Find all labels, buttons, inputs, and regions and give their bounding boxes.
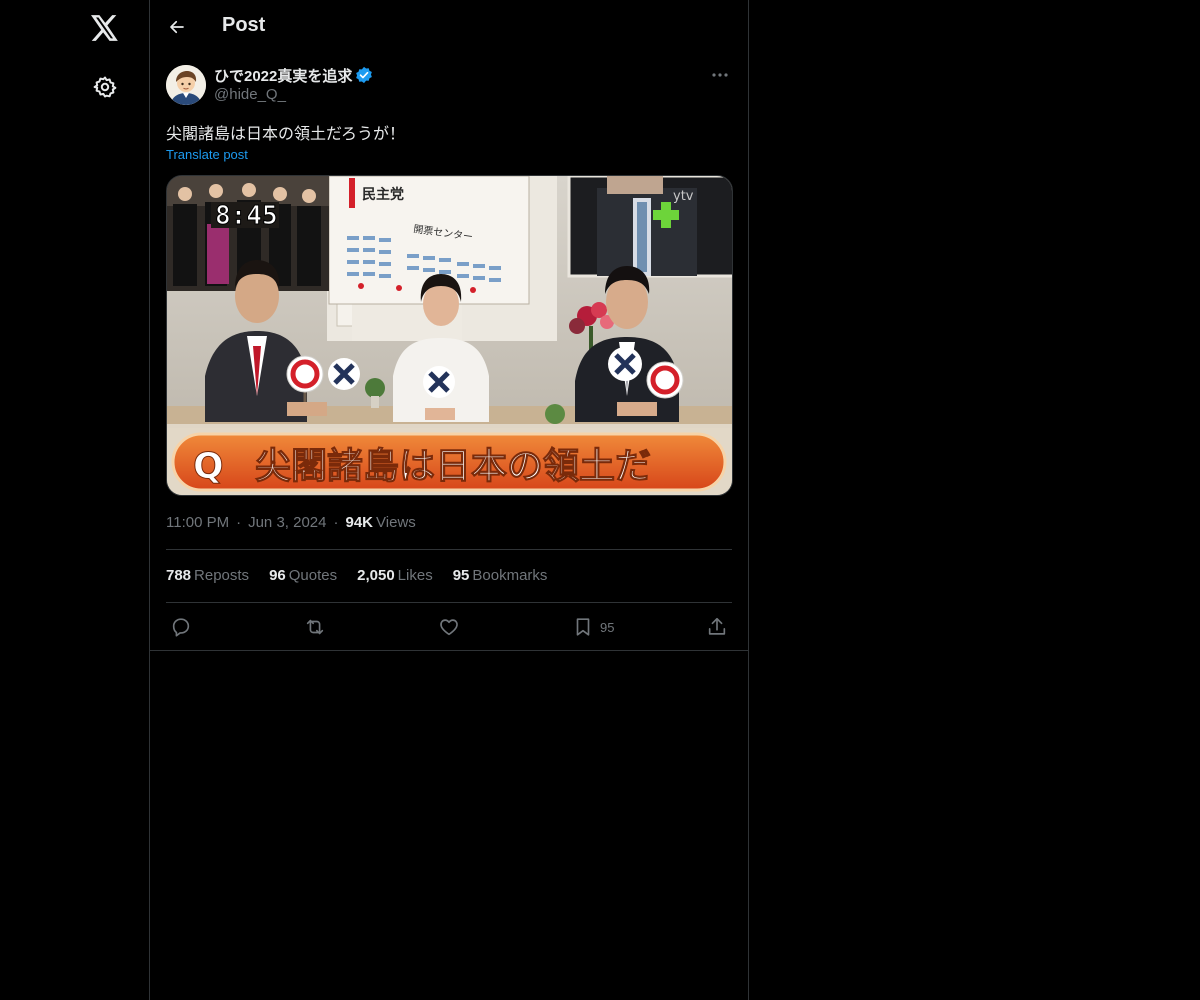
share-button[interactable] [706,614,728,640]
action-bar: 95 [166,614,732,640]
quotes-stat[interactable]: 96 Quotes [269,567,337,584]
repost-icon [306,619,324,635]
reply-icon [172,618,190,637]
left-nav [0,0,150,1000]
share-icon [708,617,726,635]
separator-dot: · [333,514,339,531]
likes-stat[interactable]: 2,050 Likes [357,567,433,584]
separator-dot: · [236,514,242,531]
avatar[interactable] [166,65,206,105]
x-logo-icon[interactable] [81,4,129,52]
party-sign: 民主党 [362,186,404,203]
question-mark-label: Q [193,446,224,487]
inset-photo-right: ytv [567,176,732,278]
post-header: Post [150,0,748,53]
post-time[interactable]: 11:00 PM [166,514,229,531]
post-date[interactable]: Jun 3, 2024 [248,514,326,531]
tv-screenshot: 民主党 開票センター 8:45 ytv Q 尖閣諸島は日本の領土だ [167,176,732,495]
post-author: ひで2022真実を追求 @hide_Q_ [166,65,732,107]
divider [166,602,732,603]
x-sign-left [328,358,360,390]
page-title: Post [222,14,266,36]
clock-overlay: 8:45 [215,201,278,231]
post-media-image[interactable]: 民主党 開票センター 8:45 ytv Q 尖閣諸島は日本の領土だ [166,175,733,496]
station-logo: ytv [673,189,694,204]
gear-icon[interactable] [81,63,129,111]
divider [166,549,732,550]
display-name[interactable]: ひで2022真実を追求 [214,65,352,86]
bookmark-count: 95 [600,619,615,635]
verified-badge-icon [355,66,373,84]
views-count: 94K [345,514,374,531]
repost-button[interactable] [304,614,326,640]
name-row: ひで2022真実を追求 [214,65,373,85]
back-button[interactable] [160,10,194,44]
reposts-stat[interactable]: 788 Reposts [166,567,249,584]
like-button[interactable] [438,614,460,640]
user-handle[interactable]: @hide_Q_ [214,86,286,103]
views-label: Views [376,514,416,531]
bookmark-button[interactable]: 95 [572,614,614,640]
divider [150,650,748,651]
question-caption: 尖閣諸島は日本の領土だ [255,445,651,487]
translate-post-link[interactable]: Translate post [166,147,248,162]
more-dots-icon [712,73,728,77]
back-arrow-icon [170,20,184,34]
heart-icon [440,619,458,636]
post-text: 尖閣諸島は日本の領土だろうが！ [166,126,406,143]
post-meta: 11:00 PM · Jun 3, 2024 · 94K Views [166,514,416,531]
primary-column: Post ひで2022真実を追求 @hide_Q_ 尖閣諸島は日本の領土だろうが… [149,0,749,1000]
bookmarks-stat[interactable]: 95 Bookmarks [453,567,548,584]
more-options-button[interactable] [708,65,732,85]
reply-button[interactable] [170,614,192,640]
post-stats: 788 Reposts 96 Quotes 2,050 Likes 95 Bookmar… [166,567,567,584]
question-banner: Q 尖閣諸島は日本の領土だ [167,428,732,495]
bookmark-icon [576,618,590,636]
